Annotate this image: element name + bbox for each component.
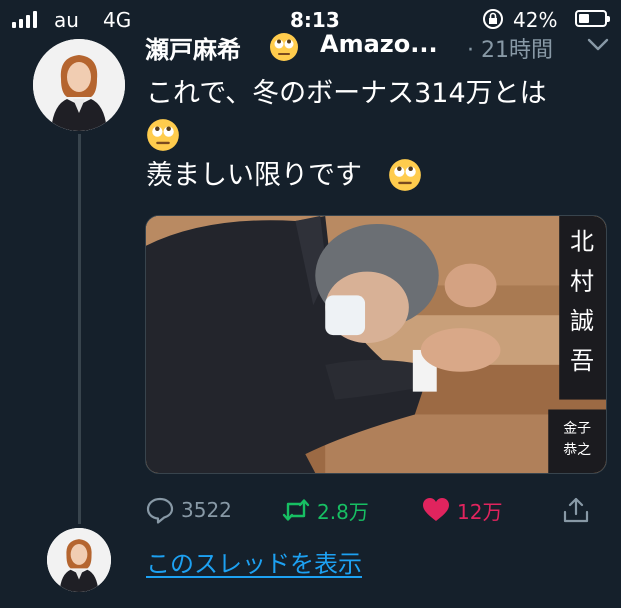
thread-connector-line (78, 134, 81, 524)
share-icon (563, 497, 589, 523)
reply-icon (146, 497, 174, 524)
show-thread-link[interactable]: このスレッドを表示 (146, 544, 362, 579)
share-button[interactable] (561, 488, 591, 532)
rolling-eyes-emoji-icon (270, 33, 298, 61)
tweet-actions: 3522 2.8万 12万 (145, 488, 615, 532)
rolling-eyes-emoji-icon (389, 159, 421, 191)
avatar-small[interactable] (47, 528, 111, 592)
tweet-header: 瀬戸麻希 Amazo... · 21時間 (145, 30, 615, 64)
tweet-text-line: 羨ましい限りです (146, 160, 362, 191)
like-count: 12万 (457, 499, 503, 524)
signal-icon (12, 10, 37, 28)
like-button[interactable]: 12万 (421, 488, 502, 532)
battery-icon (575, 10, 610, 27)
reply-count: 3522 (181, 498, 232, 522)
battery-level (579, 14, 589, 23)
retweet-count: 2.8万 (317, 499, 369, 524)
nameplate-char: 村 (570, 267, 594, 295)
carrier-name: au (54, 8, 79, 32)
clock: 8:13 (290, 8, 340, 32)
tweet-text-line: これで、冬のボーナス314万とは (146, 78, 547, 109)
tweet-photo[interactable]: 北 村 誠 吾 金子 恭之 (145, 215, 607, 474)
nameplate-char: 金子 (563, 420, 591, 436)
nameplate-char: 吾 (570, 347, 594, 375)
avatar[interactable] (33, 39, 125, 131)
retweet-icon (282, 499, 310, 521)
nameplate-char: 恭之 (563, 442, 591, 458)
nameplate-char: 北 (570, 228, 594, 256)
timestamp[interactable]: · 21時間 (467, 32, 553, 64)
heart-icon (423, 498, 449, 521)
rolling-eyes-emoji-icon (147, 119, 179, 151)
rotation-lock-icon (483, 9, 503, 29)
nameplate-char: 誠 (570, 307, 594, 335)
chevron-down-icon[interactable] (587, 38, 609, 52)
handle[interactable]: Amazo... (320, 30, 438, 58)
battery-percent: 42% (513, 8, 558, 32)
retweet-button[interactable]: 2.8万 (281, 488, 369, 532)
reply-button[interactable]: 3522 (145, 488, 232, 532)
display-name[interactable]: 瀬戸麻希 (145, 30, 241, 65)
network-type: 4G (103, 8, 132, 32)
